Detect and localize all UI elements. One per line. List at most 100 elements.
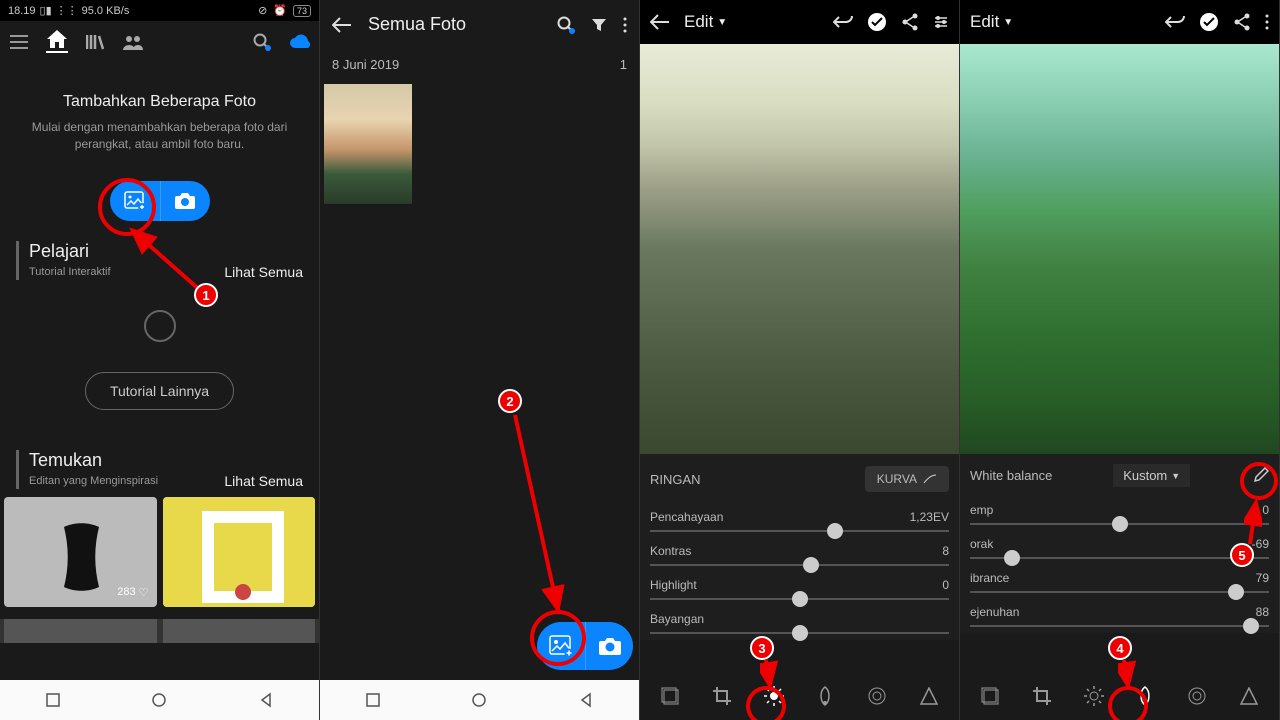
- heart-icon: ♡: [139, 586, 149, 599]
- slider-value: 0: [942, 578, 949, 592]
- camera-fab[interactable]: [585, 622, 633, 670]
- edit-header: Edit▼: [640, 0, 959, 44]
- slider-thumb[interactable]: [792, 625, 808, 641]
- slider-track[interactable]: [650, 632, 949, 634]
- wifi-icon: ⋮⋮: [56, 4, 78, 17]
- slider-thumb[interactable]: [1243, 618, 1259, 634]
- curve-button[interactable]: KURVA: [865, 466, 949, 492]
- slider-thumb[interactable]: [792, 591, 808, 607]
- cloud-icon[interactable]: [289, 31, 311, 53]
- slider-track[interactable]: [650, 530, 949, 532]
- effects-icon[interactable]: [1185, 684, 1209, 708]
- light-icon[interactable]: [762, 684, 786, 708]
- slider-value: 8: [942, 544, 949, 558]
- slider-thumb[interactable]: [1112, 516, 1128, 532]
- settings-icon[interactable]: [933, 14, 949, 30]
- back-button[interactable]: [258, 692, 274, 708]
- recent-button[interactable]: [45, 692, 61, 708]
- slider-label: ibrance: [970, 571, 1009, 585]
- slider-track[interactable]: [970, 591, 1269, 593]
- photo-count: 1: [620, 57, 627, 72]
- android-nav: [320, 680, 639, 720]
- mode-label: RINGAN: [650, 472, 701, 487]
- annotation-4: 4: [1108, 636, 1132, 660]
- eyedropper-icon[interactable]: [1251, 467, 1269, 485]
- more-tutorial-button[interactable]: Tutorial Lainnya: [85, 372, 234, 410]
- home-button[interactable]: [151, 692, 167, 708]
- back-icon[interactable]: [650, 14, 670, 30]
- share-icon[interactable]: [901, 13, 919, 31]
- detail-icon[interactable]: [917, 684, 941, 708]
- discover-card[interactable]: [163, 497, 316, 607]
- annotation-5: 5: [1230, 543, 1254, 567]
- check-icon[interactable]: [1199, 12, 1219, 32]
- more-icon[interactable]: [623, 17, 627, 33]
- slider-thumb[interactable]: [1228, 584, 1244, 600]
- welcome-title: Tambahkan Beberapa Foto: [20, 93, 299, 111]
- loading-spinner: [144, 310, 176, 342]
- annotation-2: 2: [498, 389, 522, 413]
- edit-header: Edit▼: [960, 0, 1279, 44]
- search-icon[interactable]: [251, 31, 273, 53]
- filter-icon[interactable]: [591, 17, 607, 33]
- crop-icon[interactable]: [710, 684, 734, 708]
- date-label: 8 Juni 2019: [332, 57, 399, 72]
- photo-preview[interactable]: [640, 44, 959, 454]
- more-icon[interactable]: [1265, 14, 1269, 30]
- home-button[interactable]: [471, 692, 487, 708]
- back-icon[interactable]: [332, 17, 352, 33]
- back-button[interactable]: [578, 692, 594, 708]
- color-icon[interactable]: [1133, 684, 1157, 708]
- slider-row: Pencahayaan1,23EV: [640, 504, 959, 538]
- detail-icon[interactable]: [1237, 684, 1261, 708]
- slider-track[interactable]: [970, 557, 1269, 559]
- see-all-discover[interactable]: Lihat Semua: [224, 473, 303, 489]
- see-all-link[interactable]: Lihat Semua: [224, 264, 303, 280]
- slider-row: ibrance79: [960, 565, 1279, 599]
- wb-preset[interactable]: Kustom▼: [1113, 464, 1190, 487]
- discover-sub: Editan yang Menginspirasi: [29, 475, 158, 487]
- add-photo-button[interactable]: [110, 181, 160, 221]
- status-bar: 18.19 ▯▮ ⋮⋮ 95.0 KB/s ⊘ ⏰ 73: [0, 0, 319, 21]
- slider-thumb[interactable]: [1004, 550, 1020, 566]
- color-icon[interactable]: [813, 684, 837, 708]
- dnd-icon: ⊘: [258, 4, 267, 17]
- discover-card[interactable]: 283♡: [4, 497, 157, 607]
- light-icon[interactable]: [1082, 684, 1106, 708]
- slider-row: ejenuhan88: [960, 599, 1279, 633]
- undo-icon[interactable]: [833, 14, 853, 30]
- edit-dropdown[interactable]: Edit▼: [684, 12, 727, 32]
- recent-button[interactable]: [365, 692, 381, 708]
- library-icon[interactable]: [84, 31, 106, 53]
- slider-row: Bayangan: [640, 606, 959, 640]
- slider-thumb[interactable]: [827, 523, 843, 539]
- slider-track[interactable]: [650, 564, 949, 566]
- stack-icon[interactable]: [658, 684, 682, 708]
- slider-track[interactable]: [970, 523, 1269, 525]
- edit-dropdown[interactable]: Edit▼: [970, 12, 1013, 32]
- home-icon[interactable]: [46, 31, 68, 53]
- add-photo-fab[interactable]: [537, 622, 585, 670]
- gallery-title: Semua Foto: [368, 14, 541, 35]
- search-icon[interactable]: [557, 16, 575, 34]
- people-icon[interactable]: [122, 31, 144, 53]
- slider-value: 88: [1256, 605, 1269, 619]
- slider-track[interactable]: [650, 598, 949, 600]
- stack-icon[interactable]: [978, 684, 1002, 708]
- effects-icon[interactable]: [865, 684, 889, 708]
- share-icon[interactable]: [1233, 13, 1251, 31]
- welcome-block: Tambahkan Beberapa Foto Mulai dengan men…: [0, 63, 319, 163]
- slider-value: 0: [1262, 503, 1269, 517]
- menu-icon[interactable]: [8, 31, 30, 53]
- photo-thumbnail[interactable]: [324, 84, 412, 204]
- check-icon[interactable]: [867, 12, 887, 32]
- date-row: 8 Juni 2019 1: [320, 49, 639, 80]
- slider-thumb[interactable]: [803, 557, 819, 573]
- slider-label: Highlight: [650, 578, 697, 592]
- camera-button[interactable]: [160, 181, 210, 221]
- photo-preview[interactable]: [960, 44, 1279, 454]
- tool-bar: [640, 672, 959, 720]
- crop-icon[interactable]: [1030, 684, 1054, 708]
- undo-icon[interactable]: [1165, 14, 1185, 30]
- slider-track[interactable]: [970, 625, 1269, 627]
